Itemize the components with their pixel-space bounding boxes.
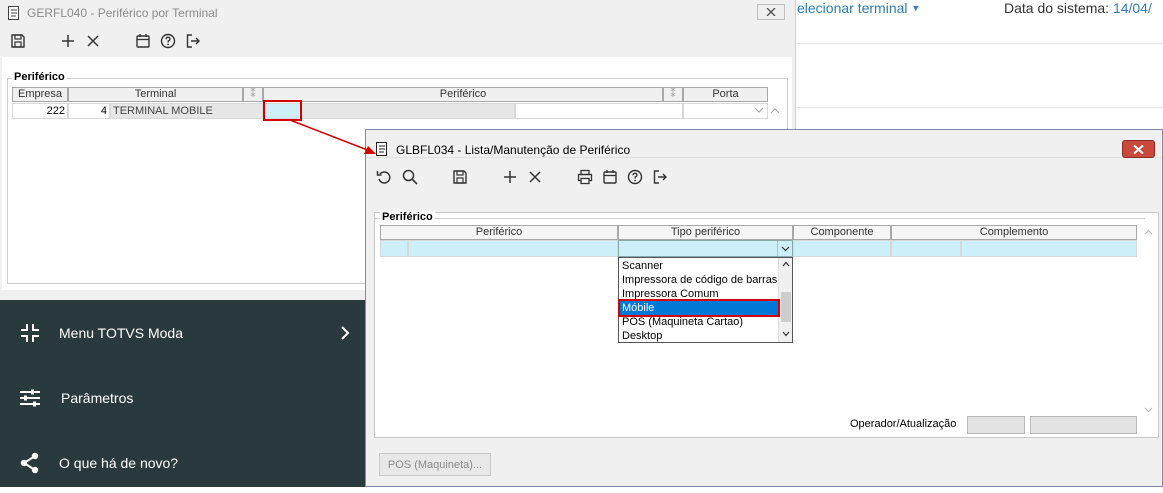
annotation-arrow (289, 119, 376, 154)
